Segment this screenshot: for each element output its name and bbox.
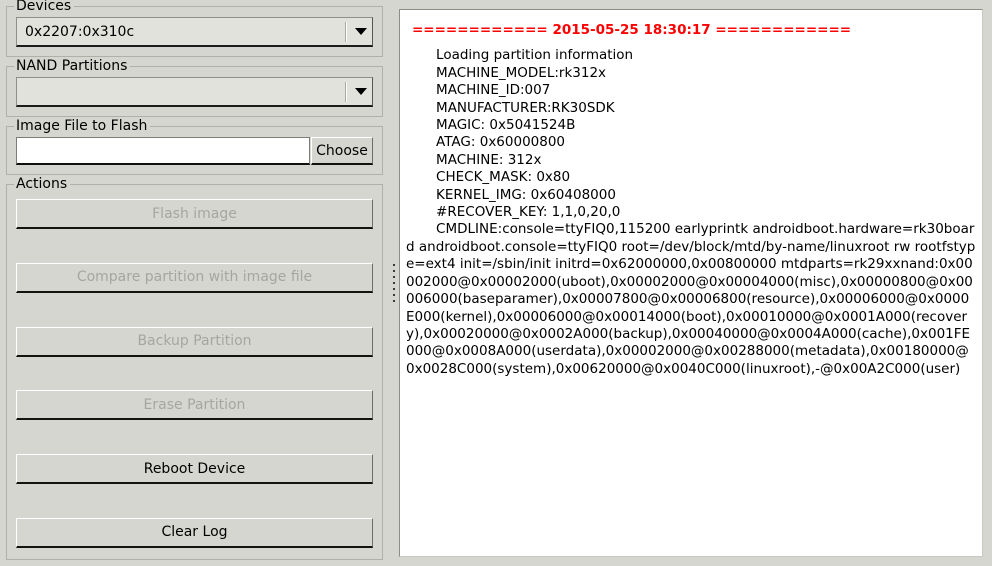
pane-splitter[interactable] (389, 0, 399, 566)
nand-partitions-group: NAND Partitions (6, 58, 383, 117)
actions-button-list: Flash image Compare partition with image… (16, 195, 373, 550)
splitter-grip-icon (393, 264, 395, 302)
devices-combobox[interactable]: 0x2207:0x310c (16, 17, 373, 47)
nand-partitions-combobox-separator (345, 81, 347, 102)
nand-partitions-combobox[interactable] (16, 77, 373, 107)
devices-group: Devices 0x2207:0x310c (6, 0, 383, 57)
backup-partition-button[interactable]: Backup Partition (16, 326, 373, 357)
log-body-text: Loading partition information MACHINE_MO… (406, 47, 976, 377)
flash-image-button[interactable]: Flash image (16, 199, 373, 229)
log-timestamp-header: ============ 2015-05-25 18:30:17 =======… (412, 22, 852, 38)
clear-log-button[interactable]: Clear Log (16, 517, 373, 548)
erase-partition-button[interactable]: Erase Partition (16, 390, 373, 421)
actions-group: Actions Flash image Compare partition wi… (6, 176, 383, 560)
devices-combobox-separator (345, 21, 347, 42)
chevron-down-icon[interactable] (350, 88, 372, 95)
image-file-row: Choose (16, 137, 373, 165)
chevron-down-icon[interactable] (350, 28, 372, 35)
devices-group-title: Devices (14, 0, 75, 14)
app-window: Devices 0x2207:0x310c NAND Partitions Im… (0, 0, 992, 566)
devices-combobox-value: 0x2207:0x310c (25, 23, 135, 40)
image-file-group-title: Image File to Flash (14, 118, 151, 134)
nand-partitions-group-title: NAND Partitions (14, 58, 131, 74)
image-file-path-input[interactable] (16, 137, 310, 165)
log-output-view[interactable]: ============ 2015-05-25 18:30:17 =======… (399, 9, 983, 557)
choose-file-button[interactable]: Choose (311, 137, 373, 165)
image-file-group: Image File to Flash Choose (6, 118, 383, 175)
right-panel: ============ 2015-05-25 18:30:17 =======… (399, 0, 992, 566)
actions-group-title: Actions (14, 176, 71, 192)
left-panel: Devices 0x2207:0x310c NAND Partitions Im… (0, 0, 389, 566)
reboot-device-button[interactable]: Reboot Device (16, 454, 373, 485)
compare-partition-button[interactable]: Compare partition with image file (16, 262, 373, 293)
